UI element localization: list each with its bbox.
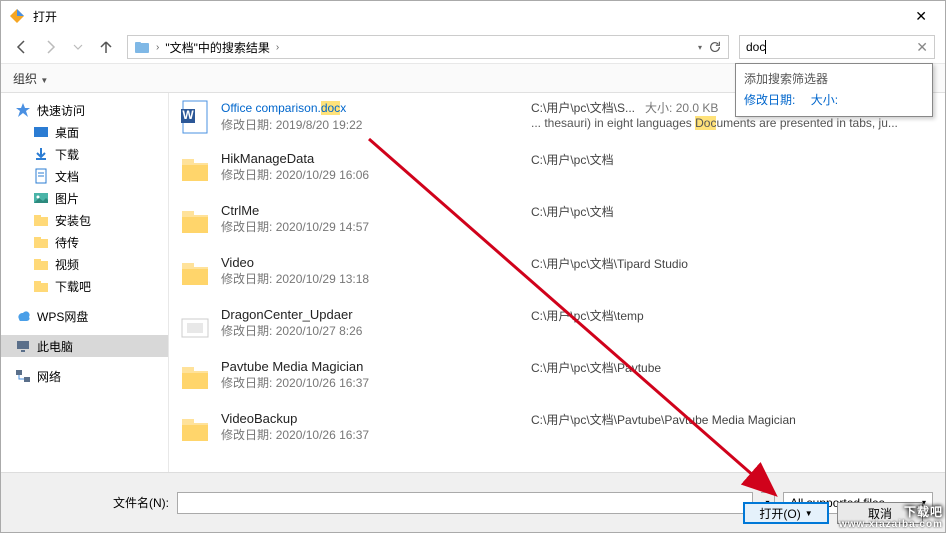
organize-menu[interactable]: 组织 ▼	[13, 70, 48, 87]
sidebar-wps[interactable]: WPS网盘	[1, 305, 168, 327]
docx-icon: W	[179, 99, 211, 139]
back-button[interactable]	[11, 36, 33, 58]
file-item[interactable]: Video修改日期: 2020/10/29 13:18 C:\用户\pc\文档\…	[169, 249, 945, 301]
sidebar-pkg[interactable]: 安装包	[1, 209, 168, 231]
sidebar-dlbar[interactable]: 下载吧	[1, 275, 168, 297]
sidebar-documents[interactable]: 文档	[1, 165, 168, 187]
window-title: 打开	[33, 8, 905, 25]
navbar: › "文档"中的搜索结果 › ▾ doc ✕	[1, 31, 945, 63]
file-item[interactable]: CtrlMe修改日期: 2020/10/29 14:57 C:\用户\pc\文档	[169, 197, 945, 249]
sidebar-this-pc[interactable]: 此电脑	[1, 335, 168, 357]
svg-text:W: W	[182, 108, 194, 122]
search-suggestion-popup: 添加搜索筛选器 修改日期: 大小:	[735, 63, 933, 117]
up-button[interactable]	[95, 36, 117, 58]
footer: 文件名(N): ▾ All supported files▾ 打开(O) ▼ 取…	[1, 472, 945, 532]
folder-icon	[179, 359, 211, 399]
folder-icon	[179, 411, 211, 451]
breadcrumb-text: "文档"中的搜索结果	[165, 39, 270, 56]
address-dropdown[interactable]: ▾	[698, 43, 702, 52]
sidebar-downloads[interactable]: 下载	[1, 143, 168, 165]
recent-dropdown[interactable]	[67, 36, 89, 58]
open-button[interactable]: 打开(O) ▼	[743, 502, 829, 524]
folder-icon	[179, 151, 211, 191]
close-button[interactable]: ✕	[905, 4, 937, 29]
filename-label: 文件名(N):	[113, 494, 169, 511]
sidebar-pending[interactable]: 待传	[1, 231, 168, 253]
sidebar-network[interactable]: 网络	[1, 365, 168, 387]
watermark: 下载吧 www.xiazaiba.com	[839, 498, 943, 530]
titlebar: 打开 ✕	[1, 1, 945, 31]
search-box[interactable]: doc ✕	[739, 35, 935, 59]
suggest-filter-date[interactable]: 修改日期:	[744, 93, 795, 107]
suggest-title: 添加搜索筛选器	[744, 68, 924, 89]
file-item[interactable]: DragonCenter_Updaer修改日期: 2020/10/27 8:26…	[169, 301, 945, 353]
filename-input[interactable]	[177, 492, 753, 514]
sidebar: 快速访问 桌面 下载 文档 图片 安装包 待传 视频 下载吧 WPS网盘 此电脑…	[1, 93, 169, 472]
file-item[interactable]: HikManageData修改日期: 2020/10/29 16:06 C:\用…	[169, 145, 945, 197]
clear-search-icon[interactable]: ✕	[916, 39, 928, 56]
sidebar-desktop[interactable]: 桌面	[1, 121, 168, 143]
breadcrumb-sep2: ›	[276, 42, 279, 53]
location-icon	[134, 39, 150, 55]
sidebar-pictures[interactable]: 图片	[1, 187, 168, 209]
refresh-button[interactable]	[708, 40, 722, 54]
sidebar-video[interactable]: 视频	[1, 253, 168, 275]
folder-icon	[179, 307, 211, 347]
forward-button[interactable]	[39, 36, 61, 58]
file-list: W Office comparison.docx 修改日期: 2019/8/20…	[169, 93, 945, 472]
breadcrumb-sep: ›	[156, 42, 159, 53]
file-item[interactable]: Pavtube Media Magician修改日期: 2020/10/26 1…	[169, 353, 945, 405]
folder-icon	[179, 203, 211, 243]
app-icon	[9, 8, 25, 24]
file-item[interactable]: VideoBackup修改日期: 2020/10/26 16:37 C:\用户\…	[169, 405, 945, 457]
address-bar[interactable]: › "文档"中的搜索结果 › ▾	[127, 35, 729, 59]
suggest-filter-size[interactable]: 大小:	[811, 93, 838, 107]
search-value: doc	[746, 40, 765, 54]
sidebar-quick-access[interactable]: 快速访问	[1, 99, 168, 121]
folder-icon	[179, 255, 211, 295]
